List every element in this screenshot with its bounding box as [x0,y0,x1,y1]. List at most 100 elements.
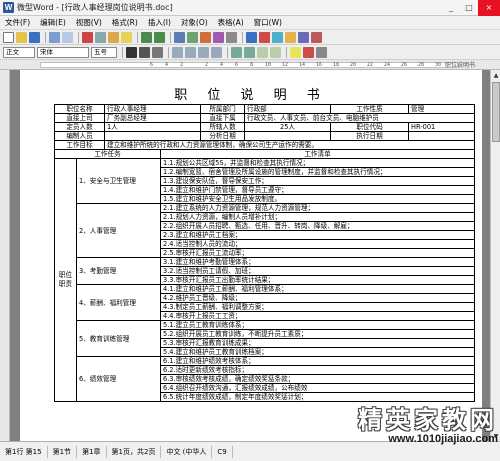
toolbar-separator [170,31,171,43]
new-file-icon[interactable] [3,31,14,43]
task-item: 1.4.建立和维护门禁管理，督导员工遵守； [160,185,475,195]
headcount: 1人 [104,122,201,132]
menu-insert[interactable]: 插入(I) [143,16,176,30]
italic-icon[interactable] [139,46,150,58]
align-right-icon[interactable] [198,46,209,58]
symbol-icon[interactable] [285,31,296,43]
open-folder-icon[interactable] [16,31,27,43]
task-item: 6.1.建立和维护绩效考核体系； [160,356,475,366]
analysis-date [244,131,331,141]
table-icon[interactable] [174,31,185,43]
maximize-button[interactable]: □ [460,0,478,16]
style-combo[interactable]: 正文 [3,46,35,58]
textbox-icon[interactable] [213,31,224,43]
font-size-combo[interactable]: 五号 [91,46,117,58]
align-left-icon[interactable] [172,46,183,58]
status-line: 第1行 第15 [0,445,48,458]
task-item: 6.2.适时更新绩效考核指标； [160,365,475,375]
chart-icon[interactable] [200,31,211,43]
task-item: 4.1.建立和维护员工薪酬、福利管理体系； [160,284,475,294]
header-dept-count: 所辖人数 [200,122,245,132]
border-icon[interactable] [316,46,327,58]
vertical-scrollbar[interactable]: ▲ ▼ [490,70,500,441]
menu-edit[interactable]: 编辑(E) [35,16,71,30]
header-prepared-by: 编制人员 [54,131,105,141]
task-item: 3.1.建立和维护考勤管理体系； [160,257,475,267]
ruler-mark: 6 [235,62,239,68]
header-position-name: 职位名称 [54,104,105,114]
task-item: 5.1.建立员工教育训练体系； [160,320,475,330]
spell-check-icon[interactable] [259,31,270,43]
hyperlink-icon[interactable] [272,31,283,43]
redo-icon[interactable] [154,31,165,43]
document-area[interactable]: 职 位 说 明 书 职位名称 行政人事经理 所属部门 行政部 工作性质 管理 直… [10,70,490,441]
document-page[interactable]: 职 位 说 明 书 职位名称 行政人事经理 所属部门 行政部 工作性质 管理 直… [20,70,482,441]
format-painter-icon[interactable] [121,31,132,43]
header-code: 职位代码 [330,122,409,132]
ruler-mark: 4 [165,62,169,68]
menu-object[interactable]: 对象(O) [176,16,213,30]
font-combo[interactable]: 宋体 [37,46,89,58]
help-icon[interactable] [311,31,322,43]
picture-icon[interactable] [187,31,198,43]
minimize-button[interactable]: _ [442,0,460,16]
font-color-icon[interactable] [303,46,314,58]
ruler-mark: 28 [418,62,425,68]
header-work-list: 工作清单 [160,149,475,159]
menu-view[interactable]: 视图(V) [71,16,107,30]
word-app-icon: W [3,2,14,13]
department: 行政部 [244,104,331,114]
decrease-indent-icon[interactable] [257,46,268,58]
cut-icon[interactable] [82,31,93,43]
save-icon[interactable] [29,31,40,43]
align-center-icon[interactable] [185,46,196,58]
toolbar-separator [137,31,138,43]
justify-icon[interactable] [211,46,222,58]
ruler-mark: 8 [250,62,254,68]
work-goal: 建立和维护所统的行政和人力资源管理体制，确保公司生产运作的需要。 [104,140,475,150]
highlight-icon[interactable] [290,46,301,58]
horizontal-ruler[interactable]: 6 4 2 2 4 6 8 10 12 14 16 18 20 22 24 26… [0,60,500,70]
zoom-icon[interactable] [246,31,257,43]
watermark-url: www.1010jiajiao.com [388,433,498,445]
bold-icon[interactable] [126,46,137,58]
copy-icon[interactable] [95,31,106,43]
task-item: 5.3.审核开汇报教育训练成果； [160,338,475,348]
ruler-mark: 10 [265,62,272,68]
scrollbar-thumb[interactable] [492,82,500,142]
work-nature: 管理 [408,104,475,114]
paste-icon[interactable] [108,31,119,43]
ruler-mark: 24 [384,62,391,68]
drawing-icon[interactable] [226,31,237,43]
underline-icon[interactable] [152,46,163,58]
task-item: 6.4.组织召开绩效沟通，汇报绩效成绩，公布绩效 [160,383,475,393]
undo-icon[interactable] [141,31,152,43]
menu-format[interactable]: 格式(R) [107,16,143,30]
ruler-track [40,62,458,68]
header-work-nature: 工作性质 [330,104,409,114]
ruler-mark: 12 [282,62,289,68]
close-button[interactable]: × [478,0,500,16]
menu-file[interactable]: 文件(F) [0,16,35,30]
ruler-mark: 4 [220,62,224,68]
bullets-icon[interactable] [244,46,255,58]
menu-window[interactable]: 窗口(W) [249,16,287,30]
increase-indent-icon[interactable] [270,46,281,58]
header-department: 所属部门 [200,104,245,114]
vertical-ruler[interactable] [0,70,10,441]
task-item: 2.3.建立和维护员工档案； [160,230,475,240]
task-group-name: 3、考勤管理 [76,257,161,285]
scroll-up-icon[interactable]: ▲ [491,70,500,80]
task-item: 1.1.规划公共区域5S，并监督和检查其执行情况； [160,158,475,168]
exec-date [408,131,475,141]
site-watermark: 精英家教网 www.1010jiajiao.com [320,400,498,458]
print-icon[interactable] [49,31,60,43]
menu-bar: 文件(F) 编辑(E) 视图(V) 格式(R) 插入(I) 对象(O) 表格(A… [0,16,500,30]
standard-toolbar [0,30,500,45]
menu-table[interactable]: 表格(A) [213,16,249,30]
title-bar: W 微型Word - [行政人事经理岗位说明书.doc] _ □ × [0,0,500,16]
dept-count: 25人 [244,122,331,132]
print-preview-icon[interactable] [62,31,73,43]
columns-icon[interactable] [298,31,309,43]
numbering-icon[interactable] [231,46,242,58]
